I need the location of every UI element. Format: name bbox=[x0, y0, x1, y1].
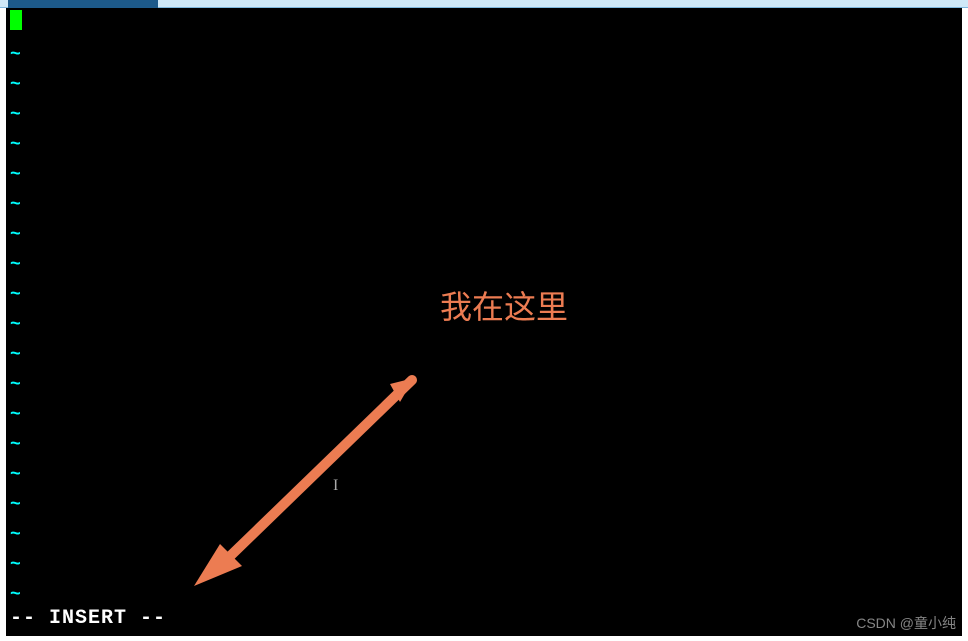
annotation-arrow-icon bbox=[182, 374, 422, 594]
tilde-line: ~ bbox=[10, 100, 21, 130]
tilde-line: ~ bbox=[10, 490, 21, 520]
tilde-line: ~ bbox=[10, 310, 21, 340]
annotation-label: 我在这里 bbox=[440, 292, 568, 322]
editor-cursor bbox=[10, 10, 22, 30]
tilde-line: ~ bbox=[10, 130, 21, 160]
watermark-text: CSDN @童小纯 bbox=[856, 613, 956, 633]
tilde-line: ~ bbox=[10, 160, 21, 190]
window-title-bar bbox=[0, 0, 968, 8]
tilde-line: ~ bbox=[10, 550, 21, 580]
tilde-line: ~ bbox=[10, 70, 21, 100]
tilde-line: ~ bbox=[10, 430, 21, 460]
tilde-line: ~ bbox=[10, 280, 21, 310]
tilde-line: ~ bbox=[10, 520, 21, 550]
tilde-line: ~ bbox=[10, 190, 21, 220]
mouse-text-cursor-icon: I bbox=[333, 471, 338, 501]
tilde-line: ~ bbox=[10, 340, 21, 370]
tilde-line: ~ bbox=[10, 400, 21, 430]
tilde-line: ~ bbox=[10, 40, 21, 70]
terminal-editor-area[interactable]: ~ ~ ~ ~ ~ ~ ~ ~ ~ ~ ~ ~ ~ ~ ~ ~ ~ ~ ~ --… bbox=[6, 8, 962, 636]
terminal-tab[interactable] bbox=[8, 0, 158, 8]
tilde-column: ~ ~ ~ ~ ~ ~ ~ ~ ~ ~ ~ ~ ~ ~ ~ ~ ~ ~ ~ bbox=[10, 40, 21, 610]
vim-status-mode: -- INSERT -- bbox=[10, 604, 166, 634]
tilde-line: ~ bbox=[10, 250, 21, 280]
tilde-line: ~ bbox=[10, 370, 21, 400]
tilde-line: ~ bbox=[10, 460, 21, 490]
tilde-line: ~ bbox=[10, 220, 21, 250]
